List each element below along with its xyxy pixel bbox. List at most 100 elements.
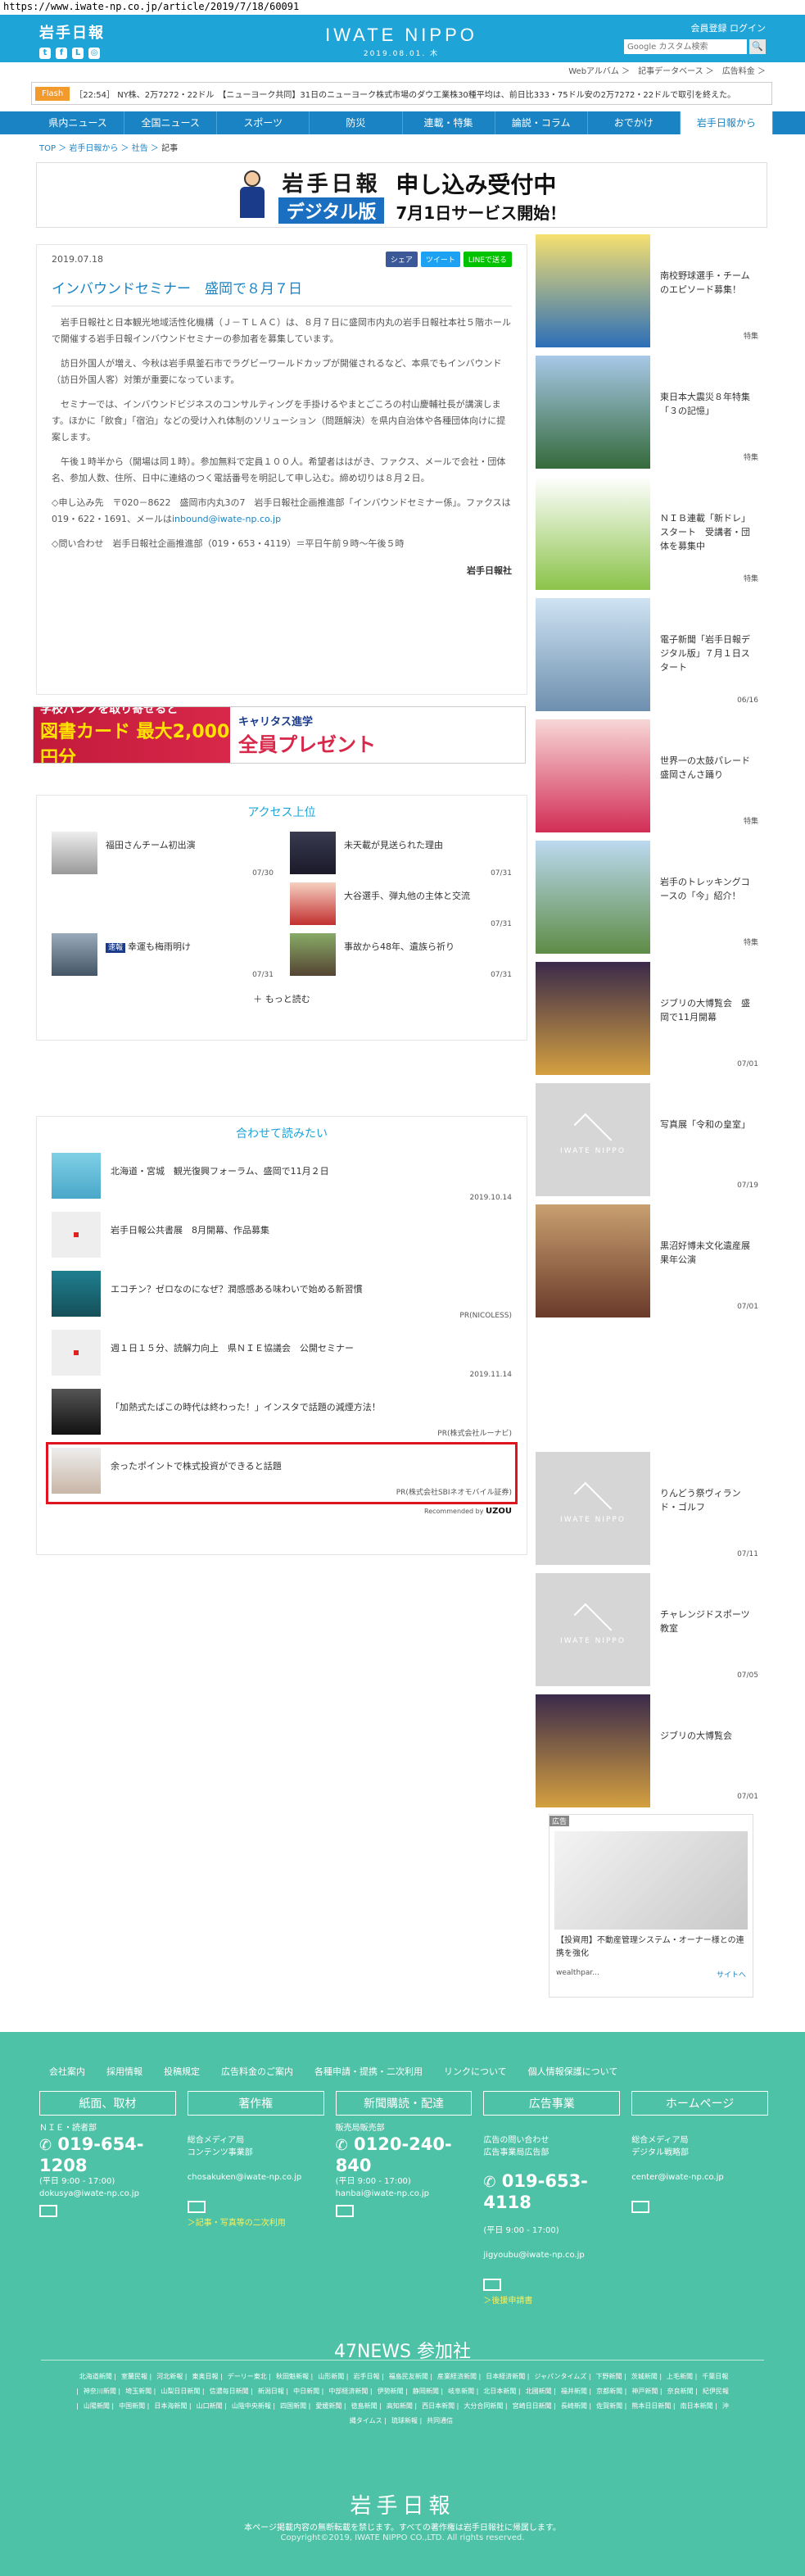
member-paper-link[interactable]: 福井新聞 | bbox=[561, 2388, 591, 2395]
member-paper-link[interactable]: 南日本新聞 | bbox=[681, 2402, 717, 2410]
member-paper-link[interactable]: 北日本新聞 | bbox=[483, 2388, 520, 2395]
member-paper-link[interactable]: 室蘭民報 | bbox=[121, 2373, 152, 2380]
member-paper-link[interactable]: 中部経済新聞 | bbox=[328, 2388, 372, 2395]
footer-link-ad-rates[interactable]: 広告料金のご案内 bbox=[221, 2065, 293, 2078]
sidebar-ad[interactable]: 広告 【投資用】不動産管理システム・オーナー様との連携を強化 wealthpar… bbox=[549, 1814, 753, 1998]
member-paper-link[interactable]: 徳島新聞 | bbox=[351, 2402, 382, 2410]
search-icon[interactable]: 🔍 bbox=[749, 39, 766, 54]
sidebar-item[interactable]: IWATE NIPPO りんどう祭ヴィランド・ゴルフ 07/11 bbox=[536, 1452, 767, 1565]
member-paper-link[interactable]: 琉球新報 | bbox=[391, 2417, 422, 2424]
twitter-icon[interactable]: t bbox=[39, 48, 51, 59]
secondary-use-link[interactable]: ＞記事・写真等の二次利用 bbox=[188, 2217, 324, 2229]
email-address[interactable]: jigyoubu@iwate-np.co.jp bbox=[483, 2249, 620, 2261]
nav-from-iwate-nippo[interactable]: 岩手日報から bbox=[680, 111, 773, 134]
member-paper-link[interactable]: 奈良新聞 | bbox=[667, 2388, 698, 2395]
sidebar-item[interactable]: ジブリの大博覧会 07/01 bbox=[536, 1694, 767, 1807]
related-item[interactable]: 「加熱式たばこの時代は終わった！」インスタで話題の減煙方法！ PR(株式会社ルー… bbox=[52, 1389, 512, 1440]
member-paper-link[interactable]: 四国新聞 | bbox=[280, 2402, 310, 2410]
sidebar-item[interactable]: 岩手のトレッキングコースの「今」紹介！ 特集 bbox=[536, 841, 767, 954]
related-item[interactable]: エコチン？ゼロなのになぜ？潤感感ある味わいで始める新習慣 PR(NICOLESS… bbox=[52, 1271, 512, 1322]
member-paper-link[interactable]: 上毛新聞 | bbox=[667, 2373, 697, 2380]
url-bar[interactable]: https://www.iwate-np.co.jp/article/2019/… bbox=[0, 0, 805, 15]
footer-link-submission[interactable]: 投稿規定 bbox=[164, 2065, 200, 2078]
footer-link-applications[interactable]: 各種申請・提携・二次利用 bbox=[314, 2065, 423, 2078]
related-item[interactable]: 週１日１５分、読解力向上 県ＮＩＥ協議会 公開セミナー 2019.11.14 bbox=[52, 1330, 512, 1381]
footer-link-recruit[interactable]: 採用情報 bbox=[106, 2065, 142, 2078]
nav-series[interactable]: 連載・特集 bbox=[403, 111, 495, 134]
footer-logo[interactable]: 岩手日報 bbox=[0, 2489, 805, 2519]
member-paper-link[interactable]: 信濃毎日新聞 | bbox=[210, 2388, 253, 2395]
member-paper-link[interactable]: 愛媛新聞 | bbox=[315, 2402, 346, 2410]
digital-edition-banner[interactable]: 岩手日報 デジタル版 申し込み受付中 7月1日サービス開始！ bbox=[36, 162, 767, 228]
ad-site-link[interactable]: サイトへ bbox=[717, 1969, 746, 1980]
brand-name[interactable]: IWATE NIPPO bbox=[319, 25, 483, 46]
member-paper-link[interactable]: 長崎新聞 | bbox=[561, 2402, 591, 2410]
line-icon[interactable]: L bbox=[72, 48, 84, 59]
member-paper-link[interactable]: 山陰中央新報 | bbox=[232, 2402, 275, 2410]
mail-icon[interactable] bbox=[631, 2201, 650, 2213]
footer-link-company[interactable]: 会社案内 bbox=[49, 2065, 85, 2078]
search-input[interactable] bbox=[624, 39, 747, 54]
phone-number[interactable]: ✆ 0120-240-840 bbox=[336, 2134, 473, 2175]
member-paper-link[interactable]: 新潟日報 | bbox=[258, 2388, 288, 2395]
member-paper-link[interactable]: 福島民友新聞 | bbox=[389, 2373, 432, 2380]
related-item[interactable]: 北海道・宮城 観光復興フォーラム、盛岡で11月２日 2019.10.14 bbox=[52, 1153, 512, 1204]
sidebar-item[interactable]: IWATE NIPPO 写真展「令和の皇室」 07/19 bbox=[536, 1083, 767, 1196]
mail-icon[interactable] bbox=[39, 2205, 57, 2217]
nav-sports[interactable]: スポーツ bbox=[217, 111, 310, 134]
ranking-item[interactable]: 速報 幸運も梅雨明け 07/31 bbox=[52, 933, 274, 979]
member-paper-link[interactable]: 共同通信 bbox=[427, 2417, 453, 2424]
mail-icon[interactable] bbox=[483, 2279, 502, 2291]
nav-disaster[interactable]: 防災 bbox=[310, 111, 403, 134]
apply-email-link[interactable]: inbound@iwate-np.co.jp bbox=[172, 514, 281, 524]
instagram-icon[interactable]: ◎ bbox=[88, 48, 100, 59]
member-paper-link[interactable]: 山梨日日新聞 | bbox=[161, 2388, 204, 2395]
member-paper-link[interactable]: 日本経済新聞 | bbox=[486, 2373, 529, 2380]
sidebar-item[interactable]: 世界一の太鼓パレード 盛岡さんさ踊り 特集 bbox=[536, 719, 767, 832]
sponsorship-link[interactable]: ＞後援申請書 bbox=[483, 2295, 620, 2307]
member-paper-link[interactable]: 高知新聞 | bbox=[387, 2402, 417, 2410]
read-more-button[interactable]: ＋ もっと読む bbox=[52, 992, 512, 1005]
ranking-item[interactable]: 事故から48年、遺族ら祈り 07/31 bbox=[290, 933, 512, 979]
sidebar-item[interactable]: IWATE NIPPO チャレンジドスポーツ教室 07/05 bbox=[536, 1573, 767, 1686]
sidebar-item[interactable]: ＮＩＢ連載「新ドレ」スタート 受講者・団体を募集中 特集 bbox=[536, 477, 767, 590]
member-paper-link[interactable]: 山陽新聞 | bbox=[84, 2402, 114, 2410]
line-share-button[interactable]: LINEで送る bbox=[463, 252, 512, 267]
member-paper-link[interactable]: 熊本日日新聞 | bbox=[631, 2402, 675, 2410]
ranking-item[interactable]: 福田さんチーム初出演 07/30 bbox=[52, 832, 274, 878]
facebook-share-button[interactable]: シェア bbox=[385, 252, 418, 267]
member-paper-link[interactable]: 伊勢新聞 | bbox=[378, 2388, 408, 2395]
sublink-album[interactable]: Webアルバム ＞ bbox=[568, 64, 630, 76]
nav-editorial[interactable]: 論説・コラム bbox=[495, 111, 588, 134]
breadcrumb-category[interactable]: 社告 bbox=[132, 144, 148, 153]
sidebar-item[interactable]: 東日本大震災８年特集「３の記憶」 特集 bbox=[536, 356, 767, 469]
member-paper-link[interactable]: 下野新聞 | bbox=[596, 2373, 626, 2380]
member-paper-link[interactable]: 宮崎日日新聞 | bbox=[513, 2402, 556, 2410]
recommend-credit[interactable]: Recommended by UZOU bbox=[52, 1507, 512, 1516]
member-paper-link[interactable]: 中国新聞 | bbox=[119, 2402, 149, 2410]
mail-icon[interactable] bbox=[335, 2205, 354, 2217]
footer-link-privacy[interactable]: 個人情報保護について bbox=[528, 2065, 618, 2078]
member-paper-link[interactable]: 東奥日報 | bbox=[192, 2373, 222, 2380]
member-paper-link[interactable]: 埼玉新聞 | bbox=[125, 2388, 156, 2395]
member-paper-link[interactable]: デーリー東北 | bbox=[228, 2373, 271, 2380]
related-item-highlighted[interactable]: 余ったポイントで株式投資ができると話題 PR(株式会社SBIネオモバイル証券) bbox=[46, 1442, 518, 1504]
email-address[interactable]: hanbai@iwate-np.co.jp bbox=[336, 2188, 473, 2200]
member-paper-link[interactable]: 佐賀新聞 | bbox=[596, 2402, 626, 2410]
facebook-icon[interactable]: f bbox=[56, 48, 67, 59]
breadcrumb-section[interactable]: 岩手日報から bbox=[69, 144, 118, 153]
school-ad-banner[interactable]: 学校パンフを取り寄せると 図書カード 最大2,000円分 キャリタス進学 全員プ… bbox=[33, 706, 526, 764]
member-paper-link[interactable]: 茨城新聞 | bbox=[631, 2373, 662, 2380]
sublink-ad-rates[interactable]: 広告料金 ＞ bbox=[722, 64, 766, 76]
member-paper-link[interactable]: 山形新聞 | bbox=[318, 2373, 348, 2380]
member-paper-link[interactable]: 西日本新聞 | bbox=[422, 2402, 459, 2410]
sidebar-item[interactable]: 南校野球選手・チームのエピソード募集！ 特集 bbox=[536, 234, 767, 347]
email-address[interactable]: center@iwate-np.co.jp bbox=[631, 2171, 768, 2184]
nav-local-news[interactable]: 県内ニュース bbox=[32, 111, 125, 134]
member-paper-link[interactable]: 秋田魁新報 | bbox=[276, 2373, 313, 2380]
member-paper-link[interactable]: 北海道新聞 | bbox=[79, 2373, 116, 2380]
member-paper-link[interactable]: 北國新聞 | bbox=[526, 2388, 556, 2395]
member-paper-link[interactable]: 日本海新聞 | bbox=[154, 2402, 191, 2410]
member-paper-link[interactable]: 産業経済新聞 | bbox=[437, 2373, 481, 2380]
sidebar-item[interactable]: ジブリの大博覧会 盛岡で11月開幕 07/01 bbox=[536, 962, 767, 1075]
